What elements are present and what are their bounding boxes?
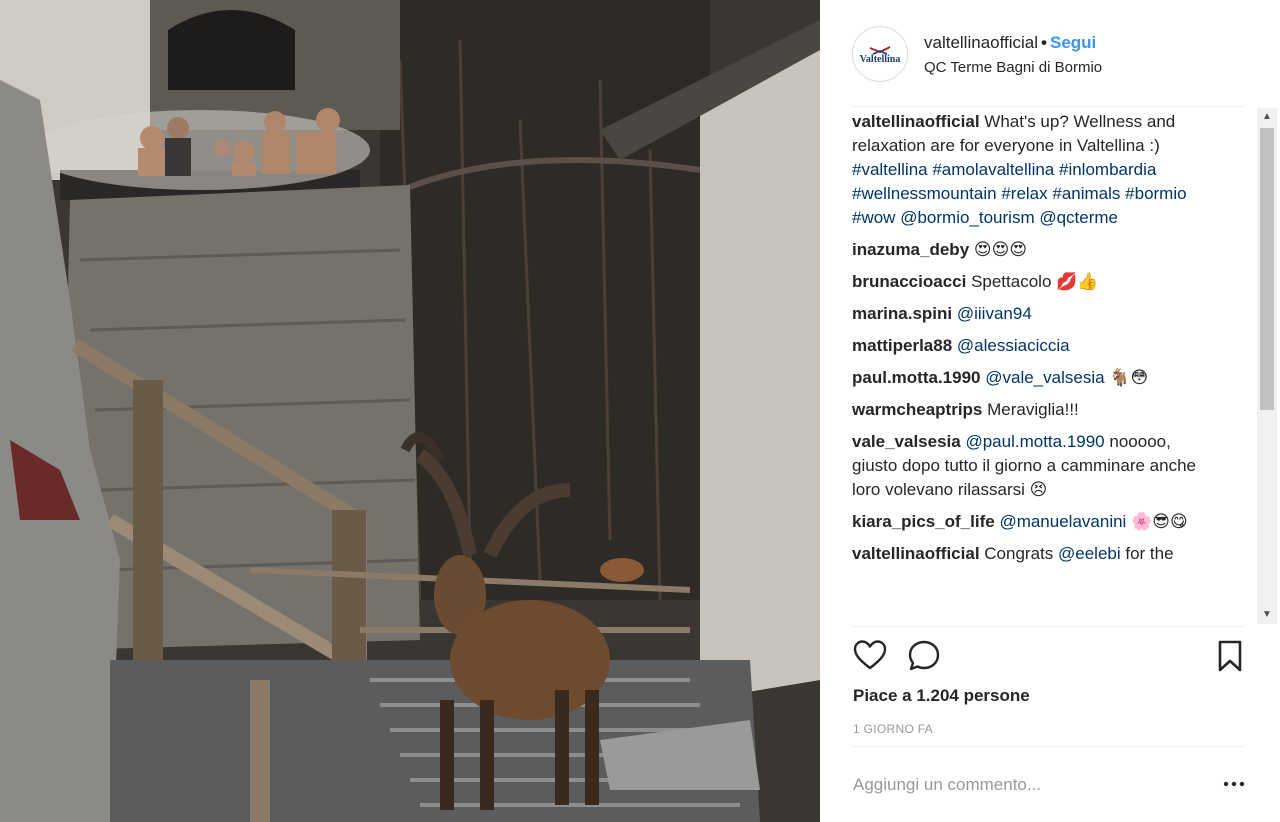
- comment-item: kiara_pics_of_life @manuelavanini 🌸😎😋: [852, 510, 1208, 534]
- comment-item: brunaccioacci Spettacolo 💋👍: [852, 270, 1208, 294]
- scroll-down-arrow-icon[interactable]: ▼: [1257, 606, 1277, 624]
- mention-link[interactable]: @paul.motta.1990: [965, 432, 1104, 451]
- comments-list[interactable]: valtellinaofficial What's up? Wellness a…: [852, 110, 1258, 624]
- mention-link[interactable]: @iiivan94: [957, 304, 1032, 323]
- post-header: Valtellina valtellinaofficial • Segui QC T…: [852, 26, 1244, 82]
- caption-username[interactable]: valtellinaofficial: [852, 112, 980, 131]
- separator-dot: •: [1041, 32, 1047, 52]
- hashtag-link[interactable]: #animals: [1052, 184, 1120, 203]
- post-actions: [852, 638, 1244, 678]
- add-comment-input[interactable]: [853, 773, 1183, 797]
- caption: valtellinaofficial What's up? Wellness a…: [852, 110, 1208, 230]
- comment-item: inazuma_deby 😍😍😍: [852, 238, 1208, 262]
- hashtag-link[interactable]: #relax: [1001, 184, 1047, 203]
- comment-text: for the: [1125, 544, 1174, 563]
- header-text: valtellinaofficial • Segui QC Terme Bagni …: [924, 33, 1102, 76]
- comment-username[interactable]: valtellinaofficial: [852, 544, 980, 563]
- mention-link[interactable]: @manuelavanini: [999, 512, 1126, 531]
- bookmark-icon[interactable]: [1212, 638, 1248, 674]
- post-sidebar: Valtellina valtellinaofficial • Segui QC T…: [820, 0, 1280, 822]
- comments-inner: valtellinaofficial What's up? Wellness a…: [852, 110, 1208, 566]
- divider: [852, 746, 1244, 747]
- comment-text: Congrats: [984, 544, 1054, 563]
- post-date: 1 GIORNO FA: [853, 722, 933, 736]
- hashtag-link[interactable]: #wow: [852, 208, 895, 227]
- comment-username[interactable]: kiara_pics_of_life: [852, 512, 995, 531]
- divider: [852, 626, 1244, 627]
- location-link[interactable]: QC Terme Bagni di Bormio: [924, 59, 1102, 76]
- follow-button[interactable]: Segui: [1050, 33, 1096, 52]
- comment-emoji: 😍😍😍: [973, 240, 1028, 260]
- mention-link[interactable]: @qcterme: [1039, 208, 1118, 227]
- mention-link[interactable]: @vale_valsesia: [985, 368, 1104, 387]
- comment-emoji: 🐐😳: [1109, 368, 1149, 388]
- comment-emoji: 🌸😎😋: [1131, 512, 1188, 532]
- comment-icon[interactable]: [906, 638, 942, 674]
- divider: [852, 106, 1244, 107]
- hashtag-link[interactable]: #inlombardia: [1059, 160, 1156, 179]
- likes-count[interactable]: Piace a 1.204 persone: [853, 686, 1030, 706]
- hashtag-link[interactable]: #amolavaltellina: [932, 160, 1054, 179]
- mention-link[interactable]: @bormio_tourism: [900, 208, 1034, 227]
- post-photo[interactable]: [0, 0, 820, 822]
- scroll-up-arrow-icon[interactable]: ▲: [1257, 108, 1277, 126]
- comment-username[interactable]: vale_valsesia: [852, 432, 961, 451]
- more-options-icon[interactable]: [1222, 774, 1246, 794]
- mention-link[interactable]: @eelebi: [1058, 544, 1121, 563]
- avatar[interactable]: Valtellina: [852, 26, 908, 82]
- header-line: valtellinaofficial • Segui: [924, 33, 1102, 53]
- photo-illustration: [0, 0, 820, 822]
- comment-item: mattiperla88 @alessiaciccia: [852, 334, 1208, 358]
- comment-username[interactable]: inazuma_deby: [852, 240, 969, 259]
- comment-item: vale_valsesia @paul.motta.1990 nooooo, g…: [852, 430, 1208, 502]
- comment-username[interactable]: mattiperla88: [852, 336, 952, 355]
- hashtag-link[interactable]: #wellnessmountain: [852, 184, 997, 203]
- comment-item: marina.spini @iiivan94: [852, 302, 1208, 326]
- comment-emoji: 😣: [1029, 480, 1048, 500]
- comment-text: Meraviglia!!!: [987, 400, 1079, 419]
- comment-username[interactable]: warmcheaptrips: [852, 400, 982, 419]
- comment-username[interactable]: marina.spini: [852, 304, 952, 323]
- hashtag-link[interactable]: #bormio: [1125, 184, 1186, 203]
- comment-text: Spettacolo: [971, 272, 1052, 291]
- comment-item: valtellinaofficial Congrats @eelebi for …: [852, 542, 1208, 566]
- username-link[interactable]: valtellinaofficial: [924, 33, 1038, 52]
- comments-scrollbar[interactable]: ▲ ▼: [1257, 108, 1277, 624]
- hashtag-link[interactable]: #valtellina: [852, 160, 928, 179]
- scroll-thumb[interactable]: [1260, 128, 1274, 410]
- comment-username[interactable]: brunaccioacci: [852, 272, 966, 291]
- comment-emoji: 💋👍: [1056, 272, 1099, 292]
- logo-icon: [869, 43, 891, 55]
- comment-item: paul.motta.1990 @vale_valsesia 🐐😳: [852, 366, 1208, 390]
- mention-link[interactable]: @alessiaciccia: [957, 336, 1070, 355]
- comment-username[interactable]: paul.motta.1990: [852, 368, 981, 387]
- comment-item: warmcheaptrips Meraviglia!!!: [852, 398, 1208, 422]
- heart-icon[interactable]: [852, 638, 888, 674]
